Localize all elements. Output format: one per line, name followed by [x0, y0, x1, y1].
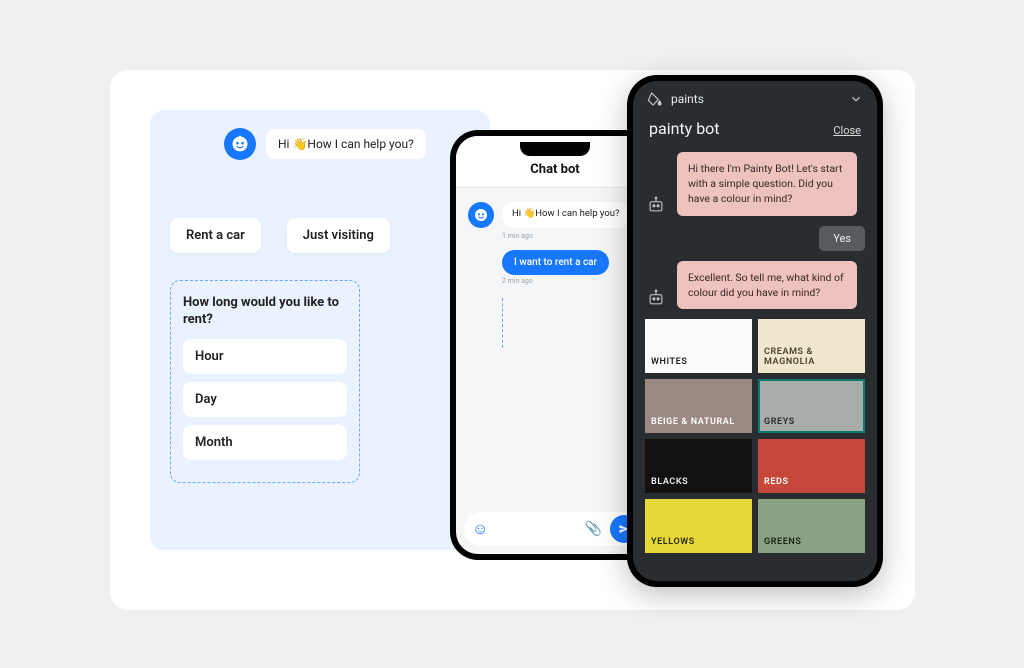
swatch-blacks[interactable]: BLACKS [645, 439, 752, 493]
option-day[interactable]: Day [183, 382, 347, 417]
robot-icon [645, 287, 667, 309]
attachment-icon[interactable]: 📎 [585, 521, 602, 537]
timestamp: 1 min ago [502, 232, 642, 240]
reply-yes[interactable]: Yes [819, 226, 865, 251]
bot-message: Hi 👋How I can help you? [502, 202, 630, 228]
breadcrumb[interactable]: paints [671, 92, 841, 106]
swatch-greens[interactable]: GREENS [758, 499, 865, 553]
phone-painty: paints painty bot Close Hi there I'm Pai… [627, 75, 883, 587]
bot-avatar-icon [224, 128, 256, 160]
chevron-down-icon[interactable] [849, 92, 863, 106]
bot-message: Excellent. So tell me, what kind of colo… [677, 261, 857, 309]
swatch-whites[interactable]: WHITES [645, 319, 752, 373]
swatch-beige[interactable]: BEIGE & NATURAL [645, 379, 752, 433]
bot-avatar-icon [468, 202, 494, 228]
swatch-yellows[interactable]: YELLOWS [645, 499, 752, 553]
choice-just-visiting[interactable]: Just visiting [287, 218, 390, 253]
swatch-creams[interactable]: CREAMS & MAGNOLIA [758, 319, 865, 373]
robot-icon [645, 194, 667, 216]
timestamp: 2 min ago [502, 277, 642, 285]
greeting-bubble: Hi 👋How I can help you? [266, 129, 426, 159]
paint-bucket-icon [647, 91, 663, 107]
bot-message: Hi there I'm Painty Bot! Let's start wit… [677, 152, 857, 216]
colour-swatch-grid: WHITES CREAMS & MAGNOLIA BEIGE & NATURAL… [633, 319, 877, 553]
message-input-bar[interactable]: ☺ 📎 [464, 512, 646, 546]
connector-line [502, 298, 503, 348]
user-message: I want to rent a car [502, 250, 609, 275]
emoji-icon[interactable]: ☺ [472, 519, 488, 539]
phone-notch [520, 142, 590, 156]
option-month[interactable]: Month [183, 425, 347, 460]
close-link[interactable]: Close [833, 124, 861, 137]
swatch-greys[interactable]: GREYS [758, 379, 865, 433]
bot-title: painty bot [649, 119, 720, 138]
duration-panel: How long would you like to rent? Hour Da… [170, 280, 360, 483]
option-hour[interactable]: Hour [183, 339, 347, 374]
flow-panel: Hi 👋How I can help you? Rent a car Just … [150, 110, 490, 550]
duration-title: How long would you like to rent? [183, 295, 347, 329]
choice-rent-car[interactable]: Rent a car [170, 218, 261, 253]
swatch-reds[interactable]: REDS [758, 439, 865, 493]
